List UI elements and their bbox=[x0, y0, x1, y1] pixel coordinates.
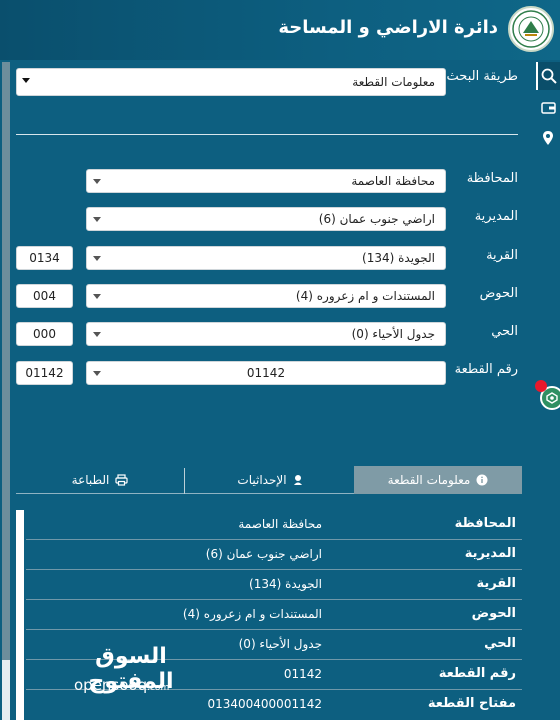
detail-key: مفتاح القطعة bbox=[427, 696, 516, 711]
info-tabs: معلومات القطعة الإحداثيات الطباعة bbox=[16, 466, 522, 494]
chevron-down-icon bbox=[93, 217, 101, 222]
detail-key: الحوض bbox=[471, 606, 516, 621]
search-icon[interactable] bbox=[536, 62, 560, 90]
chevron-down-icon bbox=[93, 256, 101, 261]
panel-scrollbar[interactable] bbox=[16, 510, 24, 720]
detail-key: المحافظة bbox=[454, 516, 516, 531]
parcel-code-input[interactable]: 01142 bbox=[16, 361, 73, 385]
parcel-label: رقم القطعة bbox=[454, 362, 518, 377]
detail-value: محافظة العاصمة bbox=[238, 517, 322, 531]
chevron-down-icon bbox=[93, 294, 101, 299]
tab-coordinates[interactable]: الإحداثيات bbox=[186, 466, 354, 494]
detail-value: 01142 bbox=[283, 667, 322, 681]
search-method-value: معلومات القطعة bbox=[352, 75, 435, 89]
info-icon bbox=[476, 474, 488, 486]
district-code-input[interactable]: 000 bbox=[16, 322, 73, 346]
basin-code-input[interactable]: 004 bbox=[16, 284, 73, 308]
basin-label: الحوض bbox=[479, 286, 518, 301]
dls-emblem-icon bbox=[508, 6, 554, 52]
detail-key: المديرية bbox=[464, 546, 516, 561]
page-title: دائرة الاراضي و المساحة bbox=[278, 17, 498, 38]
tab-print[interactable]: الطباعة bbox=[16, 466, 184, 494]
village-label: القرية bbox=[486, 248, 518, 263]
tab-label: الطباعة bbox=[71, 473, 110, 487]
chevron-down-icon bbox=[93, 371, 101, 376]
governorate-value: محافظة العاصمة bbox=[351, 174, 435, 188]
detail-key: الحي bbox=[484, 636, 516, 651]
detail-row: المديرية اراضي جنوب عمان (6) bbox=[26, 540, 522, 570]
directorate-value: اراضي جنوب عمان (6) bbox=[318, 212, 435, 226]
search-method-label: طريقة البحث bbox=[446, 69, 518, 84]
chevron-down-icon bbox=[93, 332, 101, 337]
opensooq-watermark: السوق المفتوح opensooq.com bbox=[66, 644, 206, 700]
village-value: الجويدة (134) bbox=[362, 251, 435, 265]
directorate-label: المديرية bbox=[474, 209, 518, 224]
location-pin-icon[interactable] bbox=[536, 124, 560, 152]
tab-parcel-info[interactable]: معلومات القطعة bbox=[354, 466, 522, 494]
divider bbox=[16, 134, 518, 135]
basin-value: المستندات و ام زعروره (4) bbox=[295, 289, 435, 303]
tab-divider bbox=[184, 468, 185, 494]
watermark-latin-text: opensooq bbox=[74, 676, 148, 694]
detail-row: الحوض المستندات و ام زعروره (4) bbox=[26, 600, 522, 630]
detail-key: القرية bbox=[476, 576, 516, 591]
directorate-select[interactable]: اراضي جنوب عمان (6) bbox=[86, 207, 446, 231]
person-pin-icon bbox=[293, 474, 302, 485]
notification-dot bbox=[535, 380, 547, 392]
detail-value: المستندات و ام زعروره (4) bbox=[182, 607, 322, 621]
chevron-down-icon bbox=[93, 179, 101, 184]
scrollbar-thumb[interactable] bbox=[2, 660, 10, 720]
layers-icon bbox=[546, 392, 558, 404]
village-select[interactable]: الجويدة (134) bbox=[86, 246, 446, 270]
detail-value: 013400400001142 bbox=[207, 697, 322, 711]
detail-value: جدول الأحياء (0) bbox=[238, 637, 322, 651]
detail-key: رقم القطعة bbox=[438, 666, 516, 681]
app-header: دائرة الاراضي و المساحة bbox=[0, 0, 560, 60]
village-code-input[interactable]: 0134 bbox=[16, 246, 73, 270]
tab-label: معلومات القطعة bbox=[387, 473, 471, 487]
wallet-icon[interactable] bbox=[536, 93, 560, 121]
search-method-select[interactable]: معلومات القطعة bbox=[16, 68, 446, 96]
printer-icon bbox=[115, 474, 128, 486]
detail-row: القرية الجويدة (134) bbox=[26, 570, 522, 600]
basin-select[interactable]: المستندات و ام زعروره (4) bbox=[86, 284, 446, 308]
district-select[interactable]: جدول الأحياء (0) bbox=[86, 322, 446, 346]
chevron-down-icon bbox=[22, 78, 30, 83]
watermark-suffix: .com bbox=[147, 683, 170, 693]
detail-value: الجويدة (134) bbox=[249, 577, 322, 591]
scrollbar[interactable] bbox=[2, 62, 10, 720]
watermark-latin: opensooq.com bbox=[74, 676, 169, 694]
governorate-label: المحافظة bbox=[466, 171, 518, 186]
tab-label: الإحداثيات bbox=[237, 473, 287, 487]
district-value: جدول الأحياء (0) bbox=[351, 327, 435, 341]
parcel-value: 01142 bbox=[246, 366, 286, 380]
district-label: الحي bbox=[491, 324, 518, 339]
parcel-select[interactable]: 01142 bbox=[86, 361, 446, 385]
governorate-select[interactable]: محافظة العاصمة bbox=[86, 169, 446, 193]
detail-row: المحافظة محافظة العاصمة bbox=[26, 510, 522, 540]
detail-value: اراضي جنوب عمان (6) bbox=[205, 547, 322, 561]
